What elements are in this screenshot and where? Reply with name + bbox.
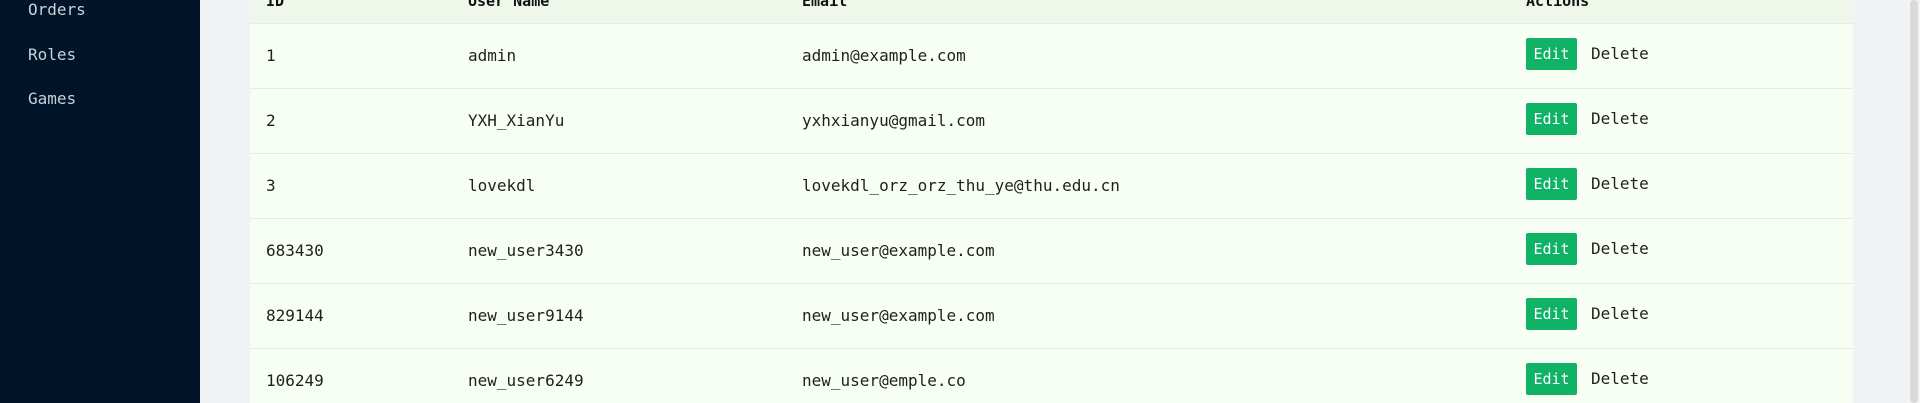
sidebar: Orders Roles Games bbox=[0, 0, 200, 403]
cell-id: 1 bbox=[266, 46, 276, 65]
table-row: 683430 new_user3430 new_user@example.com… bbox=[250, 219, 1853, 284]
table-row: 106249 new_user6249 new_user@emple.co Ed… bbox=[250, 349, 1853, 403]
cell-id: 2 bbox=[266, 111, 276, 130]
cell-username: new_user6249 bbox=[468, 371, 584, 390]
delete-button[interactable]: Delete bbox=[1591, 233, 1649, 265]
sidebar-item-orders[interactable]: Orders bbox=[28, 0, 86, 19]
main-content: ID User Name Email Actions 1 admin admin… bbox=[200, 0, 1920, 403]
edit-button[interactable]: Edit bbox=[1526, 103, 1577, 135]
delete-button[interactable]: Delete bbox=[1591, 38, 1649, 70]
cell-email: new_user@example.com bbox=[802, 306, 995, 325]
header-actions: Actions bbox=[1526, 0, 1590, 10]
delete-button[interactable]: Delete bbox=[1591, 103, 1649, 135]
cell-actions: Edit Delete bbox=[1526, 103, 1649, 135]
sidebar-item-games[interactable]: Games bbox=[28, 89, 76, 108]
sidebar-item-roles[interactable]: Roles bbox=[28, 45, 76, 64]
cell-email: new_user@emple.co bbox=[802, 371, 966, 390]
cell-username: new_user3430 bbox=[468, 241, 584, 260]
header-username[interactable]: User Name bbox=[468, 0, 549, 10]
edit-button[interactable]: Edit bbox=[1526, 233, 1577, 265]
cell-email: lovekdl_orz_orz_thu_ye@thu.edu.cn bbox=[802, 176, 1120, 195]
cell-id: 106249 bbox=[266, 371, 324, 390]
cell-actions: Edit Delete bbox=[1526, 363, 1649, 395]
cell-email: new_user@example.com bbox=[802, 241, 995, 260]
app-page: Orders Roles Games ID User Name Email Ac… bbox=[0, 0, 1920, 403]
cell-actions: Edit Delete bbox=[1526, 233, 1649, 265]
table-row: 829144 new_user9144 new_user@example.com… bbox=[250, 284, 1853, 349]
vertical-scrollbar[interactable] bbox=[1908, 0, 1920, 403]
cell-email: yxhxianyu@gmail.com bbox=[802, 111, 986, 130]
cell-username: YXH_XianYu bbox=[468, 111, 565, 130]
cell-id: 3 bbox=[266, 176, 276, 195]
edit-button[interactable]: Edit bbox=[1526, 168, 1577, 200]
cell-email: admin@example.com bbox=[802, 46, 966, 65]
cell-username: lovekdl bbox=[468, 176, 536, 195]
delete-button[interactable]: Delete bbox=[1591, 363, 1649, 395]
cell-username: admin bbox=[468, 46, 517, 65]
cell-actions: Edit Delete bbox=[1526, 38, 1649, 70]
cell-id: 829144 bbox=[266, 306, 324, 325]
cell-actions: Edit Delete bbox=[1526, 168, 1649, 200]
scrollbar-thumb[interactable] bbox=[1910, 0, 1918, 403]
cell-actions: Edit Delete bbox=[1526, 298, 1649, 330]
header-email[interactable]: Email bbox=[802, 0, 847, 10]
table-row: 2 YXH_XianYu yxhxianyu@gmail.com Edit Del… bbox=[250, 89, 1853, 154]
table-header-row: ID User Name Email Actions bbox=[250, 0, 1853, 24]
edit-button[interactable]: Edit bbox=[1526, 38, 1577, 70]
table-row: 1 admin admin@example.com Edit Delete bbox=[250, 24, 1853, 89]
delete-button[interactable]: Delete bbox=[1591, 298, 1649, 330]
delete-button[interactable]: Delete bbox=[1591, 168, 1649, 200]
users-table-card: ID User Name Email Actions 1 admin admin… bbox=[250, 0, 1853, 403]
edit-button[interactable]: Edit bbox=[1526, 298, 1577, 330]
cell-username: new_user9144 bbox=[468, 306, 584, 325]
cell-id: 683430 bbox=[266, 241, 324, 260]
edit-button[interactable]: Edit bbox=[1526, 363, 1577, 395]
table-row: 3 lovekdl lovekdl_orz_orz_thu_ye@thu.edu… bbox=[250, 154, 1853, 219]
header-id[interactable]: ID bbox=[266, 0, 284, 10]
